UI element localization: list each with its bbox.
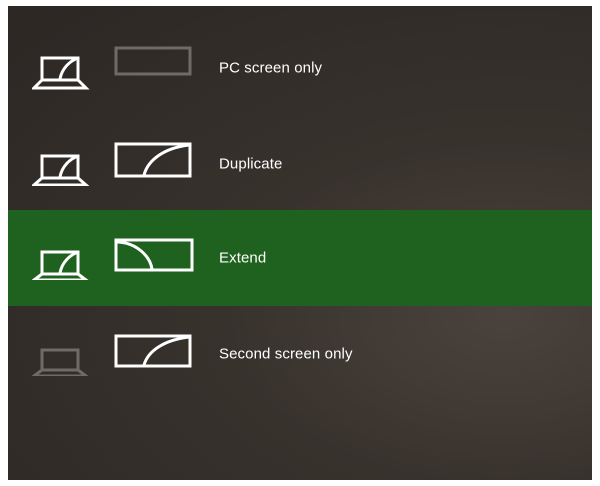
- second-screen-only-icon: [32, 332, 200, 376]
- option-label: PC screen only: [219, 59, 323, 77]
- option-duplicate[interactable]: Duplicate: [8, 116, 592, 212]
- option-pc-screen-only[interactable]: PC screen only: [8, 20, 592, 116]
- option-label: Second screen only: [219, 345, 353, 363]
- extend-icon: [32, 236, 200, 280]
- pc-screen-only-icon: [32, 46, 200, 90]
- option-label: Extend: [219, 249, 267, 267]
- project-panel: PC screen only Duplicate Extend Second s…: [8, 6, 592, 480]
- duplicate-icon: [32, 142, 200, 186]
- option-label: Duplicate: [219, 155, 283, 173]
- option-second-screen-only[interactable]: Second screen only: [8, 306, 592, 402]
- option-extend[interactable]: Extend: [8, 210, 592, 306]
